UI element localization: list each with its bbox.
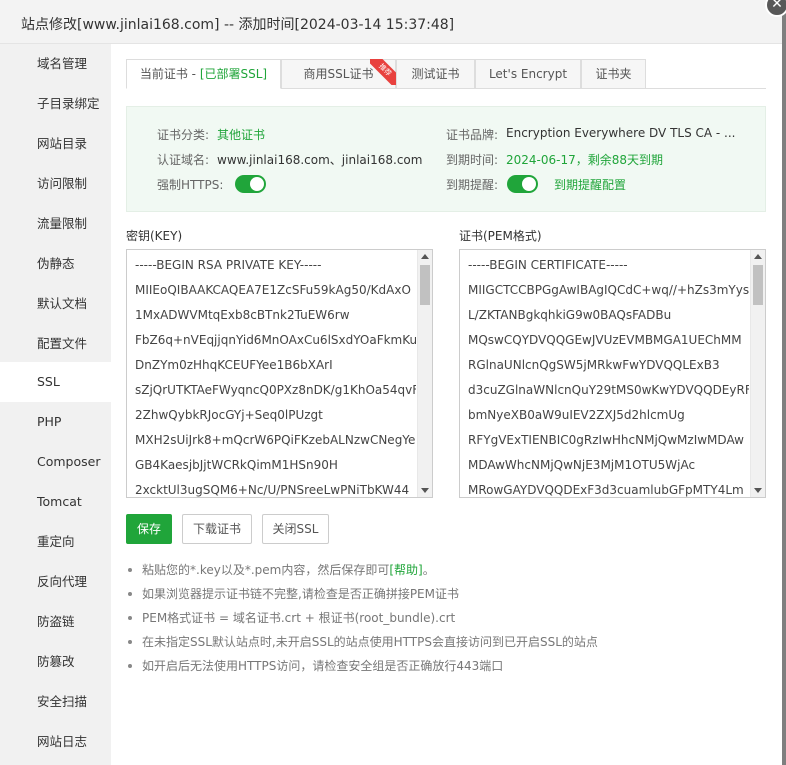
sidebar-item-site-dir[interactable]: 网站目录 [0, 124, 111, 164]
sidebar-item-security-scan[interactable]: 安全扫描 [0, 682, 111, 722]
key-scrollbar[interactable] [417, 250, 432, 497]
cert-line: MDAwWhcNMjQwNjE3MjM1OTU5WjAc [468, 458, 696, 472]
save-button[interactable]: 保存 [126, 514, 172, 544]
tab-lets-encrypt[interactable]: Let's Encrypt [475, 59, 581, 89]
sidebar: 域名管理 子目录绑定 网站目录 访问限制 流量限制 伪静态 默认文档 配置文件 … [0, 44, 111, 765]
key-line: 2ZhwQybkRJocGYj+Seq0lPUzgt [135, 408, 323, 422]
cert-category-value: 其他证书 [217, 128, 266, 142]
scroll-up-icon[interactable] [754, 254, 762, 259]
sidebar-item-default-doc[interactable]: 默认文档 [0, 284, 111, 324]
key-line: 2xcktUl3ugSQM6+Nc/U/PNSreeLwPNiTbKW44 [135, 483, 410, 497]
cert-line: -----BEGIN CERTIFICATE----- [468, 258, 628, 272]
sidebar-item-tamper-proof[interactable]: 防篡改 [0, 642, 111, 682]
tab-current-cert-label: 当前证书 - [139, 67, 200, 81]
download-cert-button[interactable]: 下载证书 [182, 514, 252, 544]
sidebar-item-site-log[interactable]: 网站日志 [0, 722, 111, 762]
cert-textarea[interactable]: -----BEGIN CERTIFICATE----- MIIGCTCCBPGg… [459, 249, 766, 498]
key-line: sZjQrUTKTAeFWyqncQ0PXz8nDK/g1KhOa54qvF [135, 383, 416, 397]
recommend-badge: 推荐 [370, 59, 396, 85]
scroll-up-icon[interactable] [421, 254, 429, 259]
sidebar-item-composer[interactable]: Composer [0, 442, 111, 482]
tip-item: PEM格式证书 = 域名证书.crt + 根证书(root_bundle).cr… [126, 608, 455, 628]
sidebar-item-tomcat[interactable]: Tomcat [0, 482, 111, 522]
cert-line: MQswCQYDVQQGEwJVUzEVMBMGA1UEChMM [468, 333, 742, 347]
cert-line: bmNyeXB0aW9uIEV2ZXJ5d2hlcmUg [468, 408, 685, 422]
cert-line: L/ZKTANBgkqhkiG9w0BAQsFADBu [468, 308, 672, 322]
tab-test-cert[interactable]: 测试证书 [396, 59, 475, 89]
expiry-remind-toggle[interactable] [507, 175, 538, 193]
expiry-remind-label: 到期提醒: [446, 178, 499, 192]
cert-scrollbar[interactable] [750, 250, 765, 497]
cert-domain-label: 认证域名: [157, 153, 210, 167]
tip-item: 在未指定SSL默认站点时,未开启SSL的站点使用HTTPS会直接访问到已开启SS… [126, 632, 598, 652]
tab-current-cert-status: [已部署SSL] [199, 67, 268, 81]
tip-suffix: 。 [422, 563, 435, 577]
key-line: MXH2sUiJrk8+mQcrW6PQiFKzebALNzwCNegYe [135, 433, 416, 447]
cert-domain-value: www.jinlai168.com、jinlai168.com [217, 153, 423, 167]
tip-text: 粘贴您的*.key以及*.pem内容，然后保存即可 [142, 563, 390, 577]
cert-label: 证书(PEM格式) [459, 229, 542, 243]
sidebar-item-traffic-limit[interactable]: 流量限制 [0, 204, 111, 244]
key-textarea[interactable]: -----BEGIN RSA PRIVATE KEY----- MIIEoQIB… [126, 249, 433, 498]
tip-item: 粘贴您的*.key以及*.pem内容，然后保存即可[帮助]。 [126, 560, 435, 580]
cert-brand-label: 证书品牌: [446, 128, 499, 142]
scroll-thumb[interactable] [420, 265, 430, 305]
help-link[interactable]: [帮助] [389, 563, 422, 577]
expiry-remind-config-link[interactable]: 到期提醒配置 [554, 176, 626, 193]
sidebar-item-hotlink[interactable]: 防盗链 [0, 602, 111, 642]
sidebar-item-ssl[interactable]: SSL [0, 362, 111, 402]
key-line: -----BEGIN RSA PRIVATE KEY----- [135, 258, 322, 272]
cert-line: MRowGAYDVQQDExF3d3cuamlubGFpMTY4Lm [468, 483, 744, 497]
cert-line: d3cuZGlnaWNlcnQuY29tMS0wKwYDVQQDEyRF [468, 383, 749, 397]
sidebar-item-config-file[interactable]: 配置文件 [0, 324, 111, 364]
disable-ssl-button[interactable]: 关闭SSL [262, 514, 329, 544]
cert-line: RGlnaUNlcnQgSW5jMRkwFwYDVQQLExB3 [468, 358, 720, 372]
scroll-thumb[interactable] [753, 265, 763, 305]
tip-item: 如开启后无法使用HTTPS访问，请检查安全组是否正确放行443端口 [126, 656, 503, 676]
sidebar-item-subdir[interactable]: 子目录绑定 [0, 84, 111, 124]
title-bar: 站点修改[www.jinlai168.com] -- 添加时间[2024-03-… [0, 0, 782, 44]
cert-content: -----BEGIN CERTIFICATE----- MIIGCTCCBPGg… [468, 257, 749, 497]
tab-current-cert[interactable]: 当前证书 - [已部署SSL] [126, 59, 281, 89]
site-settings-dialog: 站点修改[www.jinlai168.com] -- 添加时间[2024-03-… [0, 0, 782, 765]
cert-expiry-label: 到期时间: [446, 153, 499, 167]
cert-category-label: 证书分类: [157, 128, 210, 142]
cert-line: MIIGCTCCBPGgAwIBAgIQCdC+wq//+hZs3mYys [468, 283, 749, 297]
cert-line: RFYgVExTIENBIC0gRzIwHhcNMjQwMzIwMDAw [468, 433, 744, 447]
sidebar-item-php[interactable]: PHP [0, 402, 111, 442]
sidebar-item-domain[interactable]: 域名管理 [0, 44, 111, 84]
sidebar-item-access-limit[interactable]: 访问限制 [0, 164, 111, 204]
key-line: GB4KaesjbJjtWCRkQimM1HSn90H [135, 458, 338, 472]
key-line: 1MxADWVMtqExb8cBTnk2TuEW6rw [135, 308, 350, 322]
sidebar-item-redirect[interactable]: 重定向 [0, 522, 111, 562]
force-https-toggle[interactable] [235, 175, 266, 193]
scroll-down-icon[interactable] [421, 488, 429, 493]
key-line: FbZ6q+nVEqjjqnYid6MnOAxCu6lSxdYOaFkmKu [135, 333, 416, 347]
sidebar-item-rewrite[interactable]: 伪静态 [0, 244, 111, 284]
key-content: -----BEGIN RSA PRIVATE KEY----- MIIEoQIB… [135, 257, 416, 497]
cert-brand-value: Encryption Everywhere DV TLS CA - ... [506, 126, 736, 140]
key-line: DnZYm0zHhqKCEUFYee1B6bXArI [135, 358, 333, 372]
dialog-title: 站点修改[www.jinlai168.com] -- 添加时间[2024-03-… [21, 17, 455, 33]
cert-info-box: 证书分类: 其他证书 证书品牌: Encryption Everywhere D… [126, 106, 766, 212]
tab-cert-folder[interactable]: 证书夹 [581, 59, 646, 89]
tab-commercial-ssl-label: 商用SSL证书 [303, 67, 374, 81]
force-https-label: 强制HTTPS: [157, 178, 224, 192]
sidebar-item-reverse-proxy[interactable]: 反向代理 [0, 562, 111, 602]
cert-expiry-value: 2024-06-17，剩余88天到期 [506, 153, 664, 167]
key-label: 密钥(KEY) [126, 229, 183, 243]
tip-item: 如果浏览器提示证书链不完整,请检查是否正确拼接PEM证书 [126, 584, 459, 604]
ssl-panel: 当前证书 - [已部署SSL] 商用SSL证书 推荐 测试证书 Let's En… [111, 44, 782, 765]
tab-commercial-ssl[interactable]: 商用SSL证书 推荐 [281, 59, 396, 89]
key-line: MIIEoQIBAAKCAQEA7E1ZcSFu59kAg50/KdAxO [135, 283, 411, 297]
scroll-down-icon[interactable] [754, 488, 762, 493]
